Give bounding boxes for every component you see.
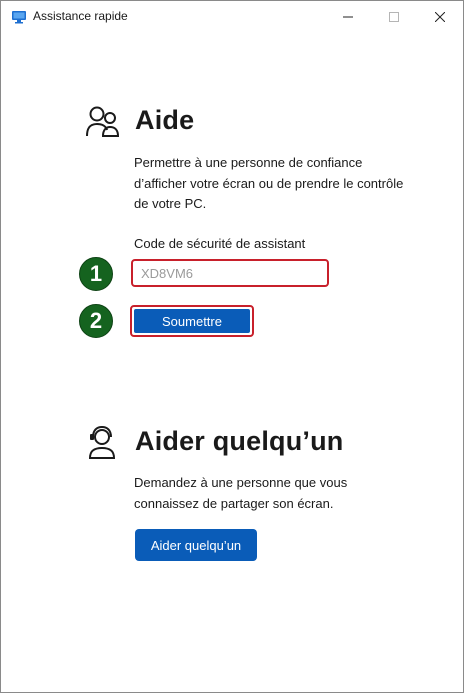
code-label: Code de sécurité de assistant <box>134 236 306 251</box>
title-bar[interactable]: Assistance rapide <box>1 1 463 33</box>
help-someone-button[interactable]: Aider quelqu’un <box>135 529 257 561</box>
quick-assist-window: Assistance rapide Aide Permettre à une p… <box>0 0 464 693</box>
quick-assist-app-icon <box>12 11 26 24</box>
minimize-icon <box>343 16 353 18</box>
step-badge-1: 1 <box>79 257 113 291</box>
help-heading: Aide <box>135 105 195 135</box>
close-icon <box>435 12 445 22</box>
people-icon <box>86 106 120 137</box>
submit-highlight: Soumettre <box>130 305 254 337</box>
window-title: Assistance rapide <box>33 9 128 23</box>
maximize-button[interactable] <box>371 1 417 33</box>
assist-heading: Aider quelqu’un <box>135 426 344 456</box>
security-code-input[interactable] <box>131 259 329 287</box>
assist-description: Demandez à une personne que vous connais… <box>134 475 348 511</box>
submit-button[interactable]: Soumettre <box>134 309 250 333</box>
minimize-button[interactable] <box>325 1 371 33</box>
close-button[interactable] <box>417 1 463 33</box>
step-badge-2: 2 <box>79 304 113 338</box>
help-description: Permettre à une personne de confiance d’… <box>134 155 404 211</box>
maximize-icon <box>389 12 399 22</box>
person-headset-icon <box>88 426 116 459</box>
